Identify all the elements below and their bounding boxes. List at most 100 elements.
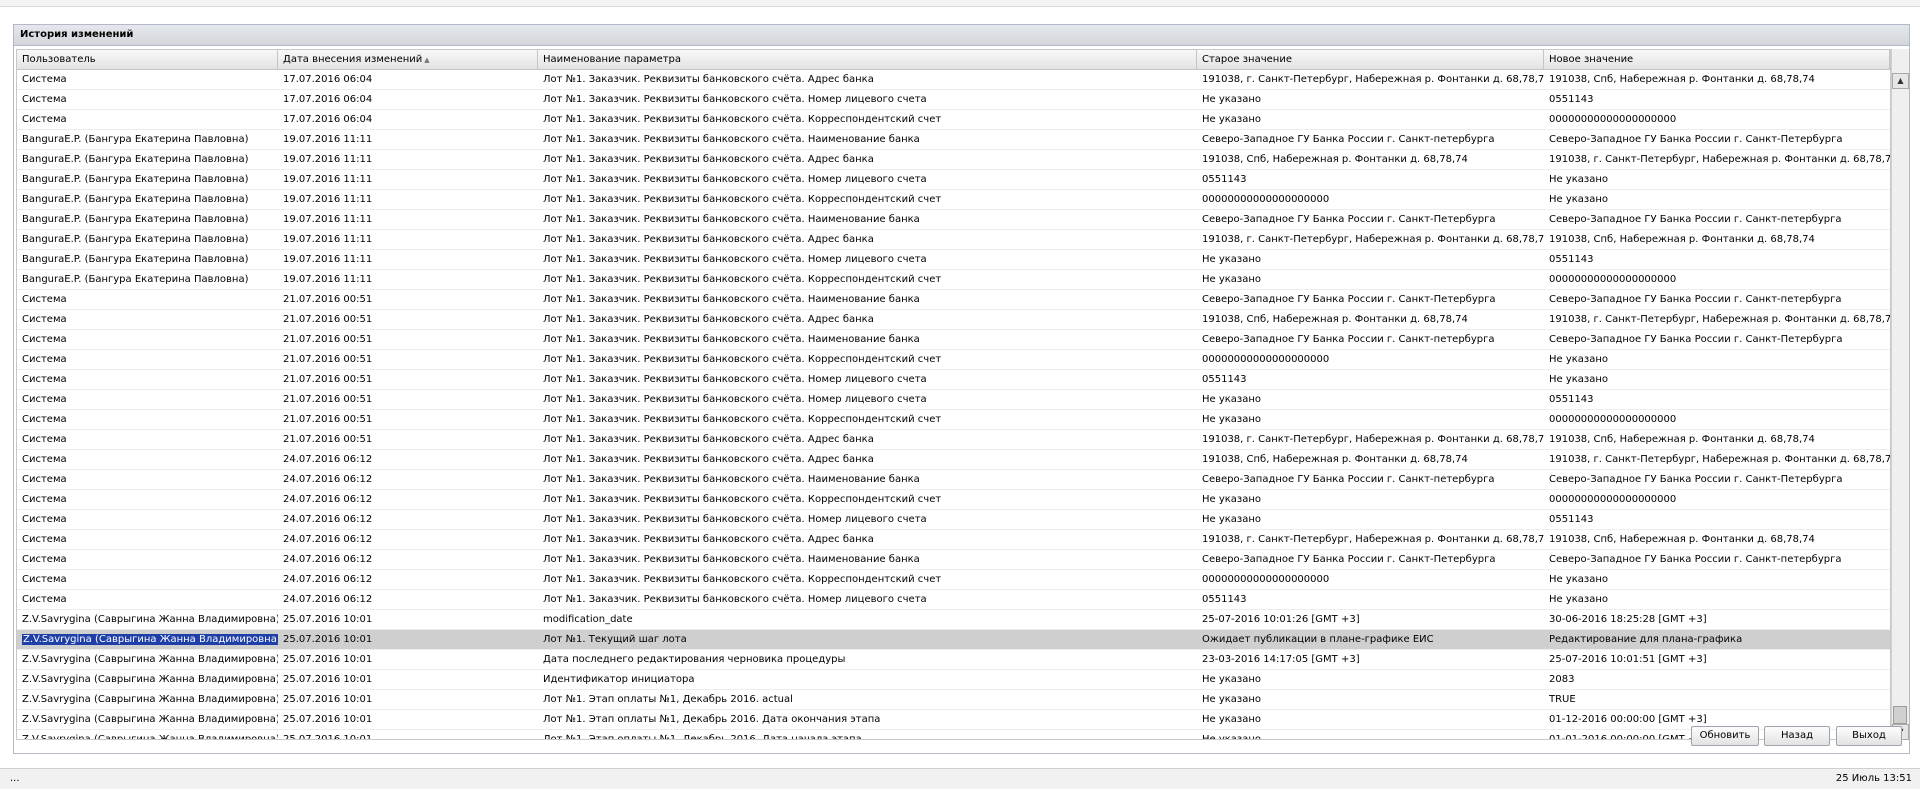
cell-param: Лот №1. Заказчик. Реквизиты банковского … [543,414,942,425]
table-row[interactable]: BanguraE.P. (Бангура Екатерина Павловна)… [17,230,1890,250]
table-row[interactable]: Система 21.07.2016 00:51 Лот №1. Заказчик.… [17,290,1890,310]
sort-ascending-icon: ▲ [424,56,430,64]
table-row[interactable]: Система 24.07.2016 06:12 Лот №1. Заказчик.… [17,490,1890,510]
table-row[interactable]: BanguraE.P. (Бангура Екатерина Павловна)… [17,190,1890,210]
refresh-button[interactable]: Обновить [1691,726,1759,746]
column-header-date[interactable]: Дата внесения изменений ▲ [278,50,538,69]
cell-param: Лот №1. Заказчик. Реквизиты банковского … [543,494,942,505]
table-row[interactable]: Z.V.Savrygina (Саврыгина Жанна Владимиро… [17,730,1890,740]
exit-button[interactable]: Выход [1836,726,1902,746]
cell-new-value: 00000000000000000000 [1549,274,1677,285]
cell-user: Система [22,574,67,585]
table-row[interactable]: Z.V.Savrygina (Саврыгина Жанна Владимиро… [17,630,1890,650]
cell-new-value: 0551143 [1549,94,1594,105]
cell-date: 19.07.2016 11:11 [283,234,373,245]
table-row[interactable]: Система 21.07.2016 00:51 Лот №1. Заказчик.… [17,330,1890,350]
table-row[interactable]: Z.V.Savrygina (Саврыгина Жанна Владимиро… [17,690,1890,710]
cell-user: Система [22,374,67,385]
table-row[interactable]: Система 24.07.2016 06:12 Лот №1. Заказчик.… [17,530,1890,550]
cell-date: 21.07.2016 00:51 [283,414,373,425]
table-row[interactable]: Система 21.07.2016 00:51 Лот №1. Заказчик.… [17,390,1890,410]
column-header-param[interactable]: Наименование параметра [538,50,1197,69]
table-row[interactable]: Система 24.07.2016 06:12 Лот №1. Заказчик.… [17,510,1890,530]
table-row[interactable]: BanguraE.P. (Бангура Екатерина Павловна)… [17,170,1890,190]
cell-old-value: 191038, Спб, Набережная р. Фонтанки д. 6… [1202,454,1468,465]
cell-user: Z.V.Savrygina (Саврыгина Жанна Владимиро… [22,734,278,740]
table-row[interactable]: Система 17.07.2016 06:04 Лот №1. Заказчик.… [17,90,1890,110]
table-row[interactable]: Система 21.07.2016 00:51 Лот №1. Заказчик.… [17,410,1890,430]
table-row[interactable]: Система 21.07.2016 00:51 Лот №1. Заказчик.… [17,430,1890,450]
cell-user: Система [22,454,67,465]
cell-param: Лот №1. Заказчик. Реквизиты банковского … [543,274,942,285]
cell-user: Система [22,314,67,325]
cell-old-value: 191038, г. Санкт-Петербург, Набережная р… [1202,234,1544,245]
table-row[interactable]: Система 24.07.2016 06:12 Лот №1. Заказчик.… [17,570,1890,590]
column-header-user[interactable]: Пользователь [17,50,278,69]
scrollbar-thumb[interactable] [1893,706,1907,724]
table-row[interactable]: BanguraE.P. (Бангура Екатерина Павловна)… [17,270,1890,290]
cell-param: Лот №1. Заказчик. Реквизиты банковского … [543,554,920,565]
table-row[interactable]: Z.V.Savrygina (Саврыгина Жанна Владимиро… [17,610,1890,630]
cell-user: Система [22,494,67,505]
cell-date: 25.07.2016 10:01 [283,674,373,685]
table-row[interactable]: Система 21.07.2016 00:51 Лот №1. Заказчик.… [17,350,1890,370]
cell-date: 25.07.2016 10:01 [283,734,373,740]
cell-user: BanguraE.P. (Бангура Екатерина Павловна) [22,134,249,145]
table-row[interactable]: Система 17.07.2016 06:04 Лот №1. Заказчик.… [17,110,1890,130]
cell-new-value: 0551143 [1549,514,1594,525]
cell-date: 19.07.2016 11:11 [283,194,373,205]
cell-old-value: Северо-Западное ГУ Банка России г. Санкт… [1202,474,1495,485]
cell-old-value: Не указано [1202,694,1262,705]
column-header-old-value[interactable]: Старое значение [1197,50,1544,69]
cell-param: Лот №1. Заказчик. Реквизиты банковского … [543,74,874,85]
table-row[interactable]: Z.V.Savrygina (Саврыгина Жанна Владимиро… [17,650,1890,670]
cell-old-value: Не указано [1202,394,1262,405]
cell-user: Система [22,434,67,445]
cell-user: Система [22,514,67,525]
cell-param: Лот №1. Заказчик. Реквизиты банковского … [543,534,874,545]
cell-date: 24.07.2016 06:12 [283,554,373,565]
table-row[interactable]: Z.V.Savrygina (Саврыгина Жанна Владимиро… [17,670,1890,690]
panel-title: История изменений [14,25,1909,46]
table-row[interactable]: BanguraE.P. (Бангура Екатерина Павловна)… [17,210,1890,230]
table-row[interactable]: Система 21.07.2016 00:51 Лот №1. Заказчик.… [17,370,1890,390]
back-button[interactable]: Назад [1764,726,1830,746]
cell-new-value: Северо-Западное ГУ Банка России г. Санкт… [1549,474,1843,485]
table-row[interactable]: Система 17.07.2016 06:04 Лот №1. Заказчик.… [17,70,1890,90]
cell-date: 21.07.2016 00:51 [283,394,373,405]
column-header-new-value[interactable]: Новое значение [1544,50,1890,69]
cell-new-value: 0551143 [1549,254,1594,265]
table-row[interactable]: Система 24.07.2016 06:12 Лот №1. Заказчик.… [17,550,1890,570]
grid-vertical-scrollbar[interactable]: ▲ ▼ [1891,49,1909,740]
cell-user: BanguraE.P. (Бангура Екатерина Павловна) [22,194,249,205]
cell-user: Система [22,534,67,545]
cell-param: Лот №1. Заказчик. Реквизиты банковского … [543,314,874,325]
table-row[interactable]: BanguraE.P. (Бангура Екатерина Павловна)… [17,130,1890,150]
cell-date: 21.07.2016 00:51 [283,354,373,365]
cell-date: 24.07.2016 06:12 [283,574,373,585]
cell-param: Лот №1. Заказчик. Реквизиты банковского … [543,334,920,345]
table-row[interactable]: BanguraE.P. (Бангура Екатерина Павловна)… [17,250,1890,270]
cell-user: Система [22,294,67,305]
cell-date: 19.07.2016 11:11 [283,134,373,145]
cell-user: Z.V.Savrygina (Саврыгина Жанна Владимиро… [22,674,278,685]
cell-date: 19.07.2016 11:11 [283,214,373,225]
table-row[interactable]: Z.V.Savrygina (Саврыгина Жанна Владимиро… [17,710,1890,730]
cell-new-value: 25-07-2016 10:01:51 [GMT +3] [1549,654,1707,665]
table-row[interactable]: Система 21.07.2016 00:51 Лот №1. Заказчик.… [17,310,1890,330]
cell-new-value: Северо-Западное ГУ Банка России г. Санкт… [1549,554,1842,565]
cell-param: Лот №1. Этап оплаты №1, Декабрь 2016. Да… [543,734,862,740]
cell-date: 25.07.2016 10:01 [283,714,373,725]
table-row[interactable]: Система 24.07.2016 06:12 Лот №1. Заказчик.… [17,450,1890,470]
grid-body: Система 17.07.2016 06:04 Лот №1. Заказчик.… [17,70,1890,740]
cell-date: 21.07.2016 00:51 [283,294,373,305]
table-row[interactable]: Система 24.07.2016 06:12 Лот №1. Заказчик.… [17,470,1890,490]
cell-new-value: 191038, Спб, Набережная р. Фонтанки д. 6… [1549,74,1815,85]
table-row[interactable]: BanguraE.P. (Бангура Екатерина Павловна)… [17,150,1890,170]
cell-param: Лот №1. Заказчик. Реквизиты банковского … [543,254,927,265]
cell-old-value: Северо-Западное ГУ Банка России г. Санкт… [1202,294,1496,305]
table-row[interactable]: Система 24.07.2016 06:12 Лот №1. Заказчик.… [17,590,1890,610]
cell-new-value: Не указано [1549,594,1609,605]
cell-new-value: 191038, Спб, Набережная р. Фонтанки д. 6… [1549,234,1815,245]
scroll-up-arrow-icon[interactable]: ▲ [1892,73,1909,89]
